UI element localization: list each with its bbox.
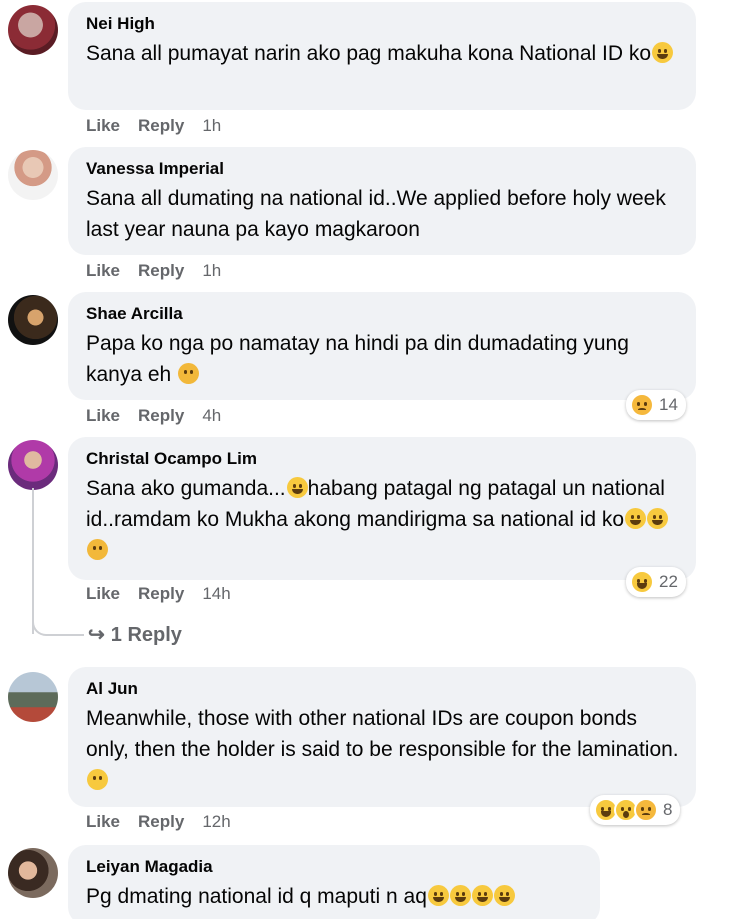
avatar[interactable] xyxy=(8,440,58,490)
comment-time[interactable]: 12h xyxy=(202,812,230,831)
reaction-count: 8 xyxy=(663,800,673,819)
comment-author[interactable]: Al Jun xyxy=(86,678,682,700)
comment-bubble: Nei High Sana all pumayat narin ako pag … xyxy=(68,2,696,110)
view-replies-link[interactable]: ↪ 1 Reply xyxy=(88,622,182,647)
comment-author[interactable]: Christal Ocampo Lim xyxy=(86,448,682,470)
comment-actions: Like Reply 1h xyxy=(86,261,239,281)
laugh-emoji-icon xyxy=(493,885,515,906)
reaction-summary[interactable]: 8 xyxy=(590,795,681,825)
comment-author[interactable]: Leiyan Magadia xyxy=(86,856,586,878)
reply-button[interactable]: Reply xyxy=(138,584,184,603)
laugh-emoji-icon xyxy=(449,885,471,906)
reaction-count: 14 xyxy=(659,395,678,414)
reply-button[interactable]: Reply xyxy=(138,812,184,831)
thread-curve xyxy=(32,610,84,636)
comment-text-body: Sana all pumayat narin ako pag makuha ko… xyxy=(86,42,652,65)
comment-text-body: Papa ko nga po namatay na hindi pa din d… xyxy=(86,332,629,386)
rolling-eyes-emoji-icon xyxy=(87,769,108,790)
comment-actions: Like Reply 1h xyxy=(86,116,239,136)
cold-sweat-emoji-icon xyxy=(87,539,108,560)
comment-time[interactable]: 4h xyxy=(202,406,221,425)
comment-text: Sana ako gumanda... habang patagal ng pat… xyxy=(86,473,682,566)
comment-bubble: Leiyan Magadia Pg dmating national id q … xyxy=(68,845,600,919)
comment-actions: Like Reply 12h xyxy=(86,812,249,832)
crying-emoji-icon xyxy=(178,363,200,384)
comment-text: Papa ko nga po namatay na hindi pa din d… xyxy=(86,328,682,390)
like-button[interactable]: Like xyxy=(86,812,120,831)
comment-time[interactable]: 1h xyxy=(202,116,221,135)
like-button[interactable]: Like xyxy=(86,116,120,135)
view-replies-label: 1 Reply xyxy=(110,624,182,646)
comment-text: Meanwhile, those with other national IDs… xyxy=(86,703,682,796)
comment-text-part: Sana ako gumanda... xyxy=(86,477,286,500)
haha-reaction-icon xyxy=(630,570,654,594)
reply-button[interactable]: Reply xyxy=(138,116,184,135)
grin-emoji-icon xyxy=(427,885,449,906)
comment-bubble: Shae Arcilla Papa ko nga po namatay na h… xyxy=(68,292,696,400)
avatar[interactable] xyxy=(8,5,58,55)
comment-time[interactable]: 1h xyxy=(202,261,221,280)
grin-emoji-icon xyxy=(625,508,647,529)
comment-author[interactable]: Nei High xyxy=(86,13,682,35)
sad-reaction-icon xyxy=(630,393,654,417)
comment-text-body: Meanwhile, those with other national IDs… xyxy=(86,707,679,761)
reply-arrow-icon: ↪ xyxy=(88,624,105,646)
laugh-emoji-icon xyxy=(647,508,669,529)
avatar[interactable] xyxy=(8,672,58,722)
like-button[interactable]: Like xyxy=(86,261,120,280)
comment-actions: Like Reply 4h xyxy=(86,406,239,426)
comment-text-body: Pg dmating national id q maputi n aq xyxy=(86,885,427,908)
reaction-summary[interactable]: 14 xyxy=(626,390,686,420)
comment-text: Sana all dumating na national id..We app… xyxy=(86,187,666,241)
comment-time[interactable]: 14h xyxy=(202,584,230,603)
avatar[interactable] xyxy=(8,150,58,200)
reaction-summary[interactable]: 22 xyxy=(626,567,686,597)
avatar[interactable] xyxy=(8,295,58,345)
comment-text: Pg dmating national id q maputi n aq xyxy=(86,881,586,912)
grin-emoji-icon xyxy=(286,477,308,498)
emoji-icon xyxy=(652,42,674,63)
comment-bubble: Al Jun Meanwhile, those with other natio… xyxy=(68,667,696,807)
comment-author[interactable]: Vanessa Imperial xyxy=(86,158,682,180)
comment-bubble: Vanessa Imperial Sana all dumating na na… xyxy=(68,147,696,255)
like-button[interactable]: Like xyxy=(86,406,120,425)
reaction-count: 22 xyxy=(659,572,678,591)
avatar[interactable] xyxy=(8,848,58,898)
reply-button[interactable]: Reply xyxy=(138,261,184,280)
laugh-emoji-icon xyxy=(471,885,493,906)
comment-bubble: Christal Ocampo Lim Sana ako gumanda... h… xyxy=(68,437,696,580)
comment-author[interactable]: Shae Arcilla xyxy=(86,303,682,325)
sad-reaction-icon xyxy=(634,798,658,822)
like-button[interactable]: Like xyxy=(86,584,120,603)
comment-actions: Like Reply 14h xyxy=(86,584,249,604)
comment-text: Sana all pumayat narin ako pag makuha ko… xyxy=(86,38,682,69)
reply-button[interactable]: Reply xyxy=(138,406,184,425)
